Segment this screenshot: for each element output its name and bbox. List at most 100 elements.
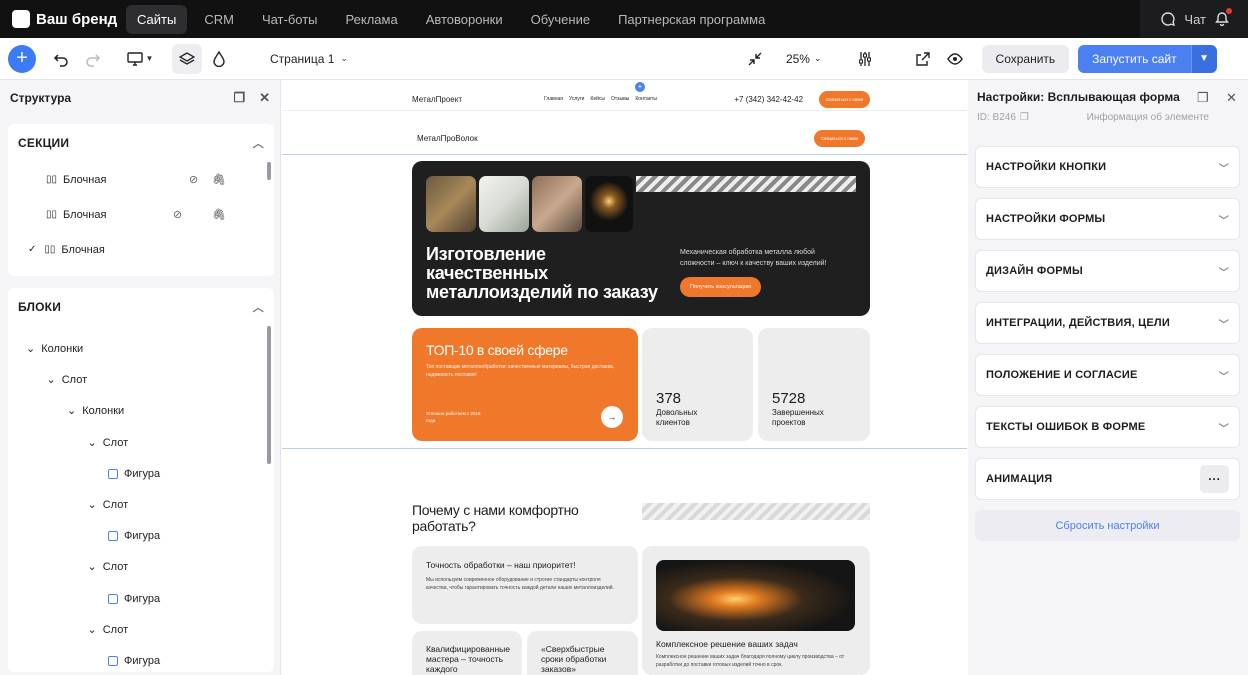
sections-scrollbar[interactable] <box>267 162 271 180</box>
tree-item[interactable]: Фигура <box>108 464 160 484</box>
tree-item[interactable]: ⌄ Колонки <box>26 339 83 359</box>
menu-item[interactable]: Кейсы <box>590 96 605 102</box>
page-select[interactable]: Страница 1 ⌄ <box>270 52 348 66</box>
tree-item[interactable]: ⌄ Слот <box>88 620 129 640</box>
brand-name: Ваш бренд <box>36 10 118 28</box>
section-item[interactable]: ✓ ▯▯ Блочная <box>8 232 274 267</box>
chevron-down-icon[interactable]: ⌄ <box>26 344 35 355</box>
tree-item[interactable]: Фигура <box>108 526 160 546</box>
header-contact-button[interactable]: Связаться с нами <box>819 90 870 108</box>
nav-funnels[interactable]: Автоворонки <box>415 5 514 34</box>
external-link-icon[interactable] <box>908 44 938 74</box>
checkmark-icon: ✓ <box>28 244 37 255</box>
insert-plus-icon[interactable]: + <box>635 82 645 92</box>
undo-icon[interactable] <box>46 44 76 74</box>
styles-drop-icon[interactable] <box>204 44 234 74</box>
tree-item[interactable]: ⌄ Слот <box>88 495 129 515</box>
hero-text: Механическая обработка металла любой сло… <box>680 249 827 267</box>
top10-card[interactable]: ТОП-10 в своей сфере Топ поставщик метал… <box>412 328 638 441</box>
add-block-button[interactable]: + <box>8 44 36 73</box>
nav-partners[interactable]: Партнерская программа <box>607 5 776 34</box>
launch-dropdown-chevron-icon[interactable]: ▼ <box>1190 44 1217 73</box>
tree-item[interactable]: ⌄ Слот <box>47 370 88 390</box>
close-icon[interactable]: ✕ <box>259 90 270 106</box>
menu-item[interactable]: Услуги <box>569 96 584 102</box>
feature-card-precision[interactable]: Точность обработки – наш приоритет! Мы и… <box>412 546 638 624</box>
more-options-icon[interactable]: ··· <box>1200 465 1229 493</box>
reset-settings-button[interactable]: Сбросить настройки <box>975 510 1240 541</box>
chevron-down-icon[interactable]: ⌄ <box>88 437 97 448</box>
accordion-button-settings[interactable]: НАСТРОЙКИ КНОПКИ ﹀ <box>975 146 1240 188</box>
feature-card-complex[interactable]: Комплексное решение ваших задач Комплекс… <box>642 546 870 675</box>
chevron-up-icon[interactable]: ︿ <box>253 299 264 315</box>
zoom-select[interactable]: 25% ⌄ <box>786 52 822 66</box>
element-id: ID: B246 ❐ <box>977 112 1029 123</box>
tree-item[interactable]: Фигура <box>108 651 160 671</box>
attach-icon[interactable]: 🖇 <box>212 173 226 186</box>
launch-site-button[interactable]: Запустить сайт <box>1078 44 1191 73</box>
arrow-right-icon[interactable]: → <box>601 406 623 428</box>
accordion-animation[interactable]: АНИМАЦИЯ ··· <box>975 458 1240 500</box>
hero-cta-button[interactable]: Получить консультацию <box>680 277 762 297</box>
chevron-down-icon[interactable]: ⌄ <box>88 562 97 573</box>
adjust-settings-icon[interactable] <box>850 44 880 74</box>
copy-id-icon[interactable]: ❐ <box>1020 112 1029 123</box>
chat-icon[interactable] <box>1160 11 1176 27</box>
tree-item[interactable]: ⌄ Слот <box>88 433 129 453</box>
site-canvas[interactable]: МеталПроект Главная Услуги Кейсы Отзывы … <box>282 80 967 675</box>
copy-icon[interactable]: ❐ <box>1197 90 1209 106</box>
site-header-2[interactable]: МеталПроВолок Связаться с нами <box>417 128 865 148</box>
close-icon[interactable]: ✕ <box>1226 90 1237 106</box>
chevron-down-icon[interactable]: ⌄ <box>88 624 97 635</box>
menu-item[interactable]: Контакты <box>635 96 657 102</box>
selection-line <box>282 448 967 449</box>
nav-ads[interactable]: Реклама <box>335 5 409 34</box>
menu-item[interactable]: Отзывы <box>611 96 629 102</box>
save-button[interactable]: Сохранить <box>981 44 1070 73</box>
blocks-card: БЛОКИ ︿ ⌄ Колонки ⌄ Слот ⌄ Колонки ⌄ Слот Фигура… <box>8 288 274 672</box>
accordion-error-texts[interactable]: ТЕКСТЫ ОШИБОК В ФОРМЕ ﹀ <box>975 406 1240 448</box>
chevron-up-icon[interactable]: ︿ <box>253 135 264 151</box>
bell-icon[interactable] <box>1214 8 1232 27</box>
chevron-down-icon[interactable]: ⌄ <box>47 375 56 386</box>
hero-block[interactable]: Изготовление качественных металлоизделий… <box>412 161 870 316</box>
collapse-icon[interactable] <box>740 44 770 74</box>
tree-item[interactable]: ⌄ Слот <box>88 557 129 577</box>
chevron-down-icon[interactable]: ⌄ <box>88 500 97 511</box>
header2-contact-button[interactable]: Связаться с нами <box>814 129 865 147</box>
chevron-down-icon: ﹀ <box>1218 319 1229 331</box>
sections-header[interactable]: СЕКЦИИ ︿ <box>8 124 274 162</box>
menu-item[interactable]: Главная <box>544 96 563 102</box>
device-select[interactable]: ▼ <box>122 44 158 74</box>
section-item[interactable]: ▯▯ Блочная ⊘ 🖇 <box>8 162 274 197</box>
chat-link[interactable]: Чат <box>1184 12 1206 27</box>
brand[interactable]: Ваш бренд <box>0 10 126 28</box>
tree-item[interactable]: ⌄ Колонки <box>67 401 124 421</box>
redo-icon[interactable] <box>78 44 108 74</box>
section-item[interactable]: ▯▯ Блочная ⊘ 🖇 <box>8 197 274 232</box>
hide-section-icon[interactable]: ⊘ <box>189 173 198 186</box>
nav-chatbots[interactable]: Чат-боты <box>251 5 329 34</box>
top-nav: Ваш бренд Сайты CRM Чат-боты Реклама Авт… <box>0 0 1248 38</box>
tree-item[interactable]: Фигура <box>108 589 160 609</box>
accordion-integrations[interactable]: ИНТЕГРАЦИИ, ДЕЙСТВИЯ, ЦЕЛИ ﹀ <box>975 302 1240 344</box>
nav-crm[interactable]: CRM <box>193 5 245 34</box>
layers-toggle[interactable] <box>172 43 202 74</box>
copy-icon[interactable]: ❐ <box>233 90 245 106</box>
nav-learning[interactable]: Обучение <box>520 5 601 34</box>
element-info-link[interactable]: Информация об элементе <box>1087 112 1209 123</box>
chevron-down-icon[interactable]: ⌄ <box>67 406 76 417</box>
accordion-form-design[interactable]: ДИЗАЙН ФОРМЫ ﹀ <box>975 250 1240 292</box>
nav-sites[interactable]: Сайты <box>126 4 188 34</box>
accordion-form-settings[interactable]: НАСТРОЙКИ ФОРМЫ ﹀ <box>975 198 1240 240</box>
preview-eye-icon[interactable] <box>940 44 970 74</box>
hide-section-icon[interactable]: ⊘ <box>173 208 182 221</box>
feature-card-masters[interactable]: Квалифицированные мастера – точность каж… <box>412 631 522 675</box>
accordion-position-consent[interactable]: ПОЛОЖЕНИЕ И СОГЛАСИЕ ﹀ <box>975 354 1240 396</box>
attach-icon[interactable]: 🖇 <box>212 208 226 221</box>
blocks-scrollbar[interactable] <box>267 326 271 464</box>
accordion-label: АНИМАЦИЯ <box>986 473 1053 485</box>
top10-text: Топ поставщик металлообработки: качестве… <box>426 364 615 378</box>
blocks-header[interactable]: БЛОКИ ︿ <box>8 288 274 326</box>
feature-card-speed[interactable]: «Сверхбыстрые сроки обработки заказов» <box>527 631 638 675</box>
